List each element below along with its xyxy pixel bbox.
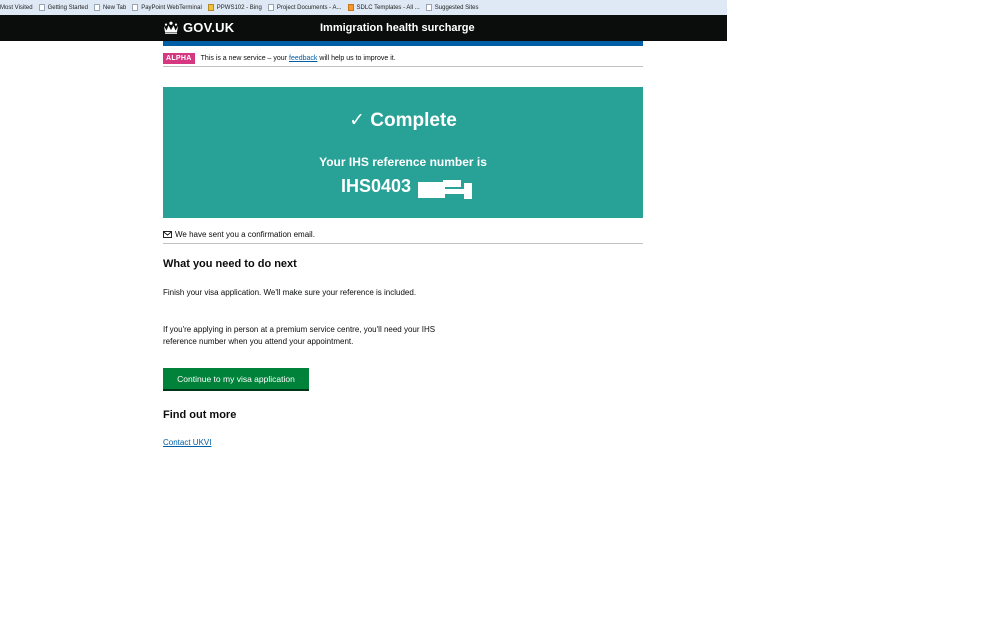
bookmark-bing[interactable]: PPWS102 - Bing	[207, 4, 262, 11]
redaction-mark	[418, 180, 472, 199]
next-steps-heading: What you need to do next	[163, 258, 297, 270]
alpha-tag: ALPHA	[163, 52, 195, 64]
service-name-link[interactable]: Immigration health surcharge	[320, 22, 475, 34]
bookmark-getting-started[interactable]: Getting Started	[38, 4, 88, 11]
page-icon	[38, 4, 45, 11]
next-steps-paragraph-2: If you're applying in person at a premiu…	[163, 325, 436, 346]
bookmark-label: Project Documents - A...	[276, 4, 342, 11]
contact-ukvi-link[interactable]: Contact UKVI	[163, 438, 211, 447]
crown-icon	[164, 21, 178, 34]
phase-text-after: will help us to improve it.	[319, 54, 396, 62]
email-notice-text: We have sent you a confirmation email.	[175, 230, 315, 239]
email-notice: We have sent you a confirmation email.	[163, 226, 643, 244]
page-icon	[425, 4, 432, 11]
phase-text-before: This is a new service – your	[200, 54, 287, 62]
feedback-link[interactable]: feedback	[289, 55, 317, 62]
page-icon	[132, 4, 139, 11]
confirmation-panel: ✓ Complete Your IHS reference number is …	[163, 87, 643, 218]
govuk-logo-link[interactable]: GOV.UK	[163, 20, 234, 35]
header-accent-bar	[163, 41, 643, 46]
panel-subtitle: Your IHS reference number is	[319, 155, 487, 169]
phase-banner: ALPHA This is a new service – your feedb…	[163, 50, 643, 67]
logo-text: GOV.UK	[183, 20, 235, 35]
bookmark-label: PayPoint WebTerminal	[141, 4, 202, 11]
bookmark-label: PPWS102 - Bing	[216, 4, 262, 11]
find-out-more-heading: Find out more	[163, 409, 237, 421]
bookmark-sdlc-templates[interactable]: SDLC Templates - All ...	[347, 4, 420, 11]
next-steps-paragraph-1: Finish your visa application. We'll make…	[163, 288, 417, 297]
bookmark-label: Getting Started	[47, 4, 88, 11]
page-icon	[267, 4, 274, 11]
bookmark-label: SDLC Templates - All ...	[356, 4, 420, 11]
bookmarks-bar: Most Visited Getting Started New Tab Pay…	[0, 0, 727, 16]
continue-button[interactable]: Continue to my visa application	[163, 368, 309, 389]
bing-icon	[207, 4, 214, 11]
bookmark-project-documents[interactable]: Project Documents - A...	[267, 4, 342, 11]
bookmark-most-visited[interactable]: Most Visited	[0, 5, 33, 11]
bookmark-label: Suggested Sites	[434, 4, 479, 11]
bookmark-label: New Tab	[102, 4, 127, 11]
reference-number: IHS0403	[163, 176, 643, 197]
govuk-header: GOV.UK Immigration health surcharge	[0, 15, 727, 41]
bookmark-suggested-sites[interactable]: Suggested Sites	[425, 4, 479, 11]
reference-value: IHS0403	[340, 176, 412, 196]
bookmark-label: Most Visited	[0, 4, 33, 11]
page-icon	[93, 4, 100, 11]
rss-icon	[347, 4, 354, 11]
envelope-icon	[163, 231, 172, 238]
bookmark-new-tab[interactable]: New Tab	[93, 4, 127, 11]
panel-title: ✓ Complete	[349, 110, 457, 131]
bookmark-paypoint[interactable]: PayPoint WebTerminal	[132, 4, 202, 11]
